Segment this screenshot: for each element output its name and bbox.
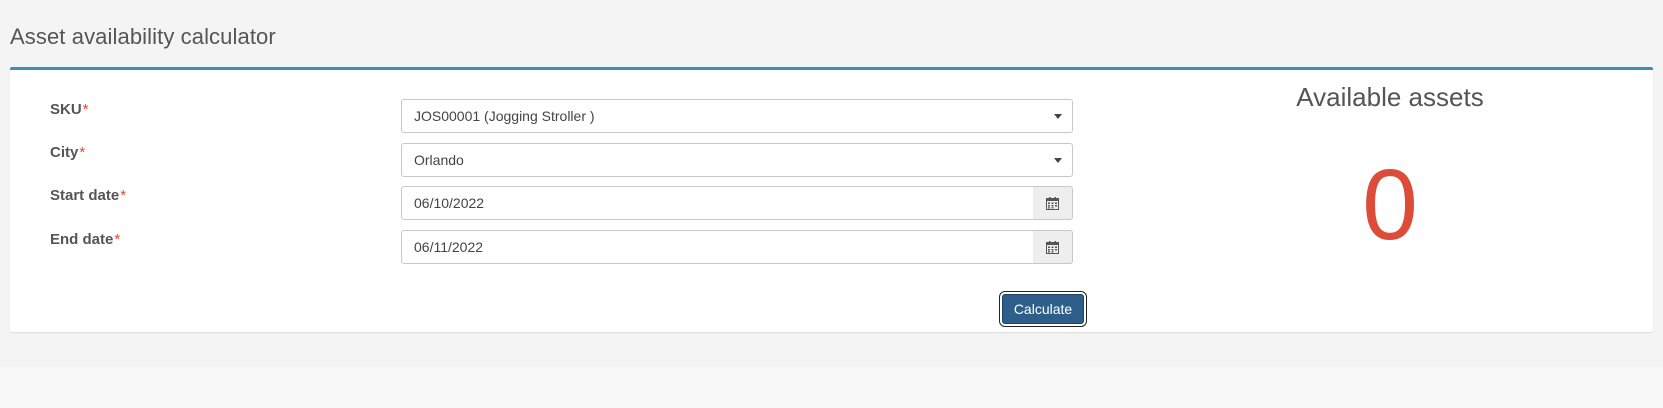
calculator-panel: SKU* JOS00001 (Jogging Stroller ) City* … xyxy=(10,67,1653,332)
city-label: City* xyxy=(50,144,85,161)
required-marker: * xyxy=(114,231,121,248)
sku-select[interactable]: JOS00001 (Jogging Stroller ) xyxy=(401,99,1073,133)
end-date-value: 06/11/2022 xyxy=(414,239,484,255)
start-date-calendar-button[interactable] xyxy=(1033,186,1073,220)
end-date-calendar-button[interactable] xyxy=(1033,230,1073,264)
start-date-label: Start date* xyxy=(50,187,126,204)
required-marker: * xyxy=(82,101,89,118)
sku-select-value: JOS00001 (Jogging Stroller ) xyxy=(414,108,595,124)
end-date-label: End date* xyxy=(50,231,120,248)
city-select[interactable]: Orlando xyxy=(401,143,1073,177)
end-date-label-text: End date xyxy=(50,231,114,248)
page-title: Asset availability calculator xyxy=(10,24,276,49)
start-date-label-text: Start date xyxy=(50,187,120,204)
chevron-down-icon xyxy=(1054,158,1062,163)
calendar-icon xyxy=(1046,241,1059,254)
sku-label-text: SKU xyxy=(50,101,82,118)
available-assets-title: Available assets xyxy=(1296,82,1484,112)
start-date-input[interactable]: 06/10/2022 xyxy=(401,186,1034,220)
start-date-row: Start date* 06/10/2022 xyxy=(10,186,1110,220)
end-date-row: End date* 06/11/2022 xyxy=(10,230,1110,264)
required-marker: * xyxy=(79,144,86,161)
start-date-value: 06/10/2022 xyxy=(414,195,485,211)
calculate-button[interactable]: Calculate xyxy=(1002,294,1084,324)
chevron-down-icon xyxy=(1054,114,1062,119)
city-label-text: City xyxy=(50,144,79,161)
end-date-input[interactable]: 06/11/2022 xyxy=(401,230,1034,264)
page: Asset availability calculator SKU* JOS00… xyxy=(0,0,1663,408)
calendar-icon xyxy=(1046,197,1059,210)
sku-label: SKU* xyxy=(50,101,89,118)
available-assets-count: 0 xyxy=(1362,149,1418,261)
required-marker: * xyxy=(120,187,127,204)
city-select-value: Orlando xyxy=(414,152,464,168)
city-row: City* Orlando xyxy=(10,143,1110,177)
sku-row: SKU* JOS00001 (Jogging Stroller ) xyxy=(10,99,1110,133)
